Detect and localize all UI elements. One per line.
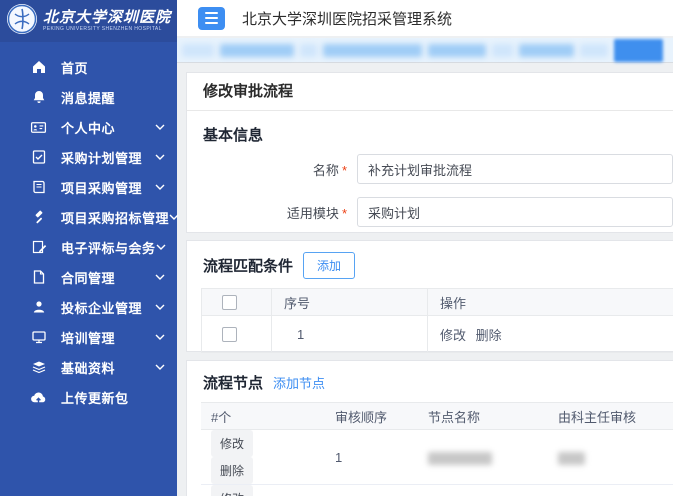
- delete-link[interactable]: 删除: [476, 328, 502, 343]
- redacted-supervisor: [558, 452, 585, 465]
- flow-nodes-table: #个 审核顺序 节点名称 由科主任审核 修改 删除 1 修改 删除 2: [201, 402, 673, 496]
- required-asterisk: *: [342, 163, 347, 178]
- presentation-icon: [30, 329, 47, 346]
- basic-info-card: 修改审批流程 基本信息 名称* 适用模块*: [186, 72, 673, 233]
- sidebar-item-home[interactable]: 首页: [0, 52, 177, 82]
- sidebar-item-notifications[interactable]: 消息提醒: [0, 82, 177, 112]
- sidebar-item-e-evaluation[interactable]: 电子评标与会务: [0, 232, 177, 262]
- modify-button[interactable]: 修改: [211, 485, 253, 496]
- order-cell: 2: [325, 485, 418, 496]
- module-input[interactable]: [357, 197, 673, 227]
- sidebar: 北京大学深圳医院 PEKING UNIVERSITY SHENZHEN HOSP…: [0, 0, 177, 496]
- actions-cell: 修改 删除: [428, 316, 673, 353]
- sidebar-item-basic-data[interactable]: 基础资料: [0, 352, 177, 382]
- module-field-label: 适用模块*: [187, 203, 347, 222]
- sidebar-menu: 首页 消息提醒 个人中心 采购计划管理 项目采购管理 项目采购招标管理: [0, 42, 177, 412]
- name-field-label: 名称*: [187, 160, 347, 179]
- chevron-down-icon: [155, 334, 165, 340]
- redacted-tab[interactable]: [428, 44, 486, 57]
- section-title-flow-nodes: 流程节点: [203, 372, 263, 393]
- form-row-name: 名称*: [187, 154, 673, 184]
- clipboard-check-icon: [30, 149, 47, 166]
- redacted-tab[interactable]: [220, 44, 294, 57]
- hospital-name: 北京大学深圳医院: [43, 10, 171, 27]
- chevron-down-icon: [155, 304, 165, 310]
- order-cell: 1: [325, 430, 418, 485]
- section-title-basic-info: 基本信息: [203, 124, 657, 145]
- sidebar-item-training-mgmt[interactable]: 培训管理: [0, 322, 177, 352]
- redacted-active-tab[interactable]: [614, 39, 663, 62]
- redacted-node-name: [428, 452, 492, 465]
- redacted-tab[interactable]: [300, 44, 317, 57]
- layers-icon: [30, 359, 47, 376]
- add-node-link[interactable]: 添加节点: [273, 373, 325, 392]
- book-icon: [30, 179, 47, 196]
- form-row-module: 适用模块*: [187, 197, 673, 227]
- cloud-upload-icon: [30, 389, 47, 406]
- sidebar-item-personal-center[interactable]: 个人中心: [0, 112, 177, 142]
- redacted-tab[interactable]: [492, 44, 513, 57]
- sidebar-item-bidder-enterprise-mgmt[interactable]: 投标企业管理: [0, 292, 177, 322]
- table-row: 修改 删除 1: [201, 430, 673, 485]
- column-header-action: 操作: [428, 289, 673, 316]
- system-title: 北京大学深圳医院招采管理系统: [242, 8, 452, 29]
- column-header-order: 审核顺序: [325, 403, 418, 430]
- section-title-match-conditions: 流程匹配条件: [203, 255, 293, 276]
- column-header-hash: #个: [201, 403, 325, 430]
- modify-link[interactable]: 修改: [440, 328, 466, 343]
- match-conditions-table: 序号 操作 字 1 修改 删除 计: [201, 288, 673, 353]
- chevron-down-icon: [155, 184, 165, 190]
- document-edit-icon: [30, 239, 47, 256]
- column-header-supervisor: 由科主任审核: [548, 403, 673, 430]
- chevron-down-icon: [156, 244, 166, 250]
- menu-toggle-button[interactable]: [198, 7, 225, 30]
- chevron-down-icon: [155, 364, 165, 370]
- person-icon: [30, 299, 47, 316]
- chevron-down-icon: [169, 214, 179, 220]
- chevron-down-icon: [155, 154, 165, 160]
- seq-cell: 1: [272, 316, 428, 353]
- hospital-logo: 北京大学深圳医院 PEKING UNIVERSITY SHENZHEN HOSP…: [0, 0, 177, 42]
- sidebar-item-project-purchase-mgmt[interactable]: 项目采购管理: [0, 172, 177, 202]
- hospital-logo-emblem: [6, 3, 38, 40]
- select-all-checkbox[interactable]: [222, 295, 237, 310]
- table-row: 1 修改 删除 计: [202, 316, 673, 353]
- chevron-down-icon: [155, 274, 165, 280]
- modify-button[interactable]: 修改: [211, 430, 253, 457]
- sidebar-item-project-bidding-mgmt[interactable]: 项目采购招标管理: [0, 202, 177, 232]
- row-checkbox[interactable]: [222, 327, 237, 342]
- hospital-name-en: PEKING UNIVERSITY SHENZHEN HOSPITAL: [43, 27, 171, 33]
- chevron-down-icon: [155, 124, 165, 130]
- table-row: 修改 删除 2: [201, 485, 673, 496]
- redacted-tab[interactable]: [182, 44, 214, 57]
- sidebar-item-upload-update-package[interactable]: 上传更新包: [0, 382, 177, 412]
- top-header: 北京大学深圳医院招采管理系统: [177, 0, 673, 36]
- id-card-icon: [30, 119, 47, 136]
- gavel-icon: [30, 209, 47, 226]
- required-asterisk: *: [342, 206, 347, 221]
- bell-icon: [30, 89, 47, 106]
- add-condition-button[interactable]: 添加: [303, 252, 355, 279]
- tab-bar: [177, 38, 673, 63]
- column-header-seq: 序号: [272, 289, 428, 316]
- match-conditions-card: 流程匹配条件 添加 序号 操作 字 1 修改 删除 计: [186, 240, 673, 352]
- delete-button[interactable]: 删除: [211, 457, 253, 484]
- redacted-tab[interactable]: [580, 44, 608, 57]
- sidebar-item-contract-mgmt[interactable]: 合同管理: [0, 262, 177, 292]
- page-title: 修改审批流程: [187, 73, 673, 111]
- contract-icon: [30, 269, 47, 286]
- column-header-node-name: 节点名称: [418, 403, 548, 430]
- flow-nodes-card: 流程节点 添加节点 #个 审核顺序 节点名称 由科主任审核 修改 删除 1 修改…: [186, 360, 673, 496]
- redacted-tab[interactable]: [323, 44, 422, 57]
- name-input[interactable]: [357, 154, 673, 184]
- sidebar-item-purchase-plan-mgmt[interactable]: 采购计划管理: [0, 142, 177, 172]
- home-icon: [30, 59, 47, 76]
- redacted-tab[interactable]: [519, 44, 574, 57]
